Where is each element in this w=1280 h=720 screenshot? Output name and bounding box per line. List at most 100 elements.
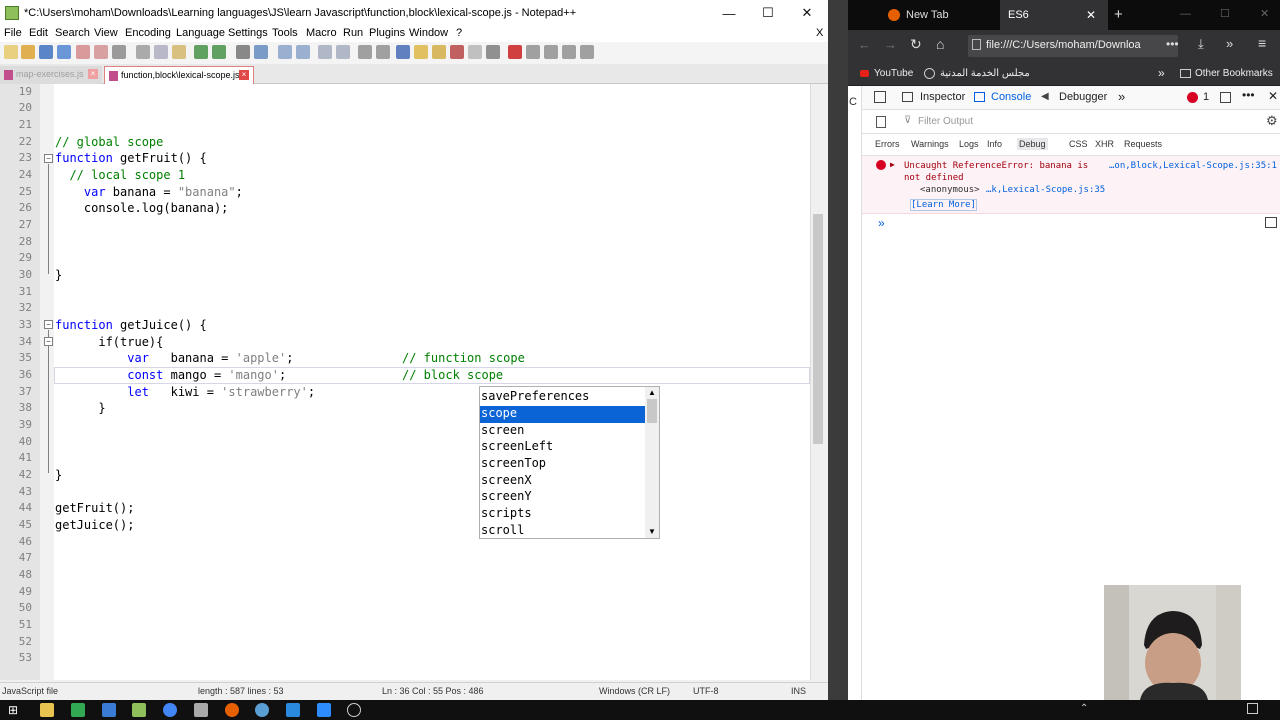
ac-item-selected[interactable]: scope xyxy=(480,406,646,423)
save-icon[interactable] xyxy=(39,45,53,59)
replace-icon[interactable] xyxy=(254,45,268,59)
word-wrap-icon[interactable] xyxy=(358,45,372,59)
close-all-icon[interactable] xyxy=(94,45,108,59)
more-tools-icon[interactable]: » xyxy=(1118,89,1125,104)
bookmark-other[interactable]: Other Bookmarks xyxy=(1195,68,1273,79)
close-tab-icon[interactable]: × xyxy=(239,70,249,80)
url-bar[interactable]: file:///C:/Users/moham/Downloa xyxy=(968,35,1178,57)
menu-plugins[interactable]: Plugins xyxy=(369,27,405,39)
tab-debugger[interactable]: Debugger xyxy=(1059,91,1107,103)
menu-search[interactable]: Search xyxy=(55,27,90,39)
cat-requests[interactable]: Requests xyxy=(1124,139,1162,149)
learn-more-link[interactable]: [Learn More] xyxy=(910,199,978,211)
ac-item[interactable]: scroll xyxy=(480,523,646,540)
cat-xhr[interactable]: XHR xyxy=(1095,139,1114,149)
start-windows-icon[interactable]: ⊞ xyxy=(8,703,18,717)
ac-item[interactable]: screenY xyxy=(480,489,646,506)
record-macro-icon[interactable] xyxy=(508,45,522,59)
minimize-button[interactable]: — xyxy=(710,0,748,26)
new-file-icon[interactable] xyxy=(4,45,18,59)
run-macro-multiple-icon[interactable] xyxy=(562,45,576,59)
ac-item[interactable]: screenLeft xyxy=(480,439,646,456)
tab-inspector[interactable]: Inspector xyxy=(920,91,965,103)
split-console-icon[interactable] xyxy=(1265,217,1277,228)
scroll-up-icon[interactable]: ▲ xyxy=(648,388,656,397)
close-icon[interactable]: ✕ xyxy=(1260,7,1269,20)
settings-gear-icon[interactable]: ⚙ xyxy=(1266,113,1278,129)
close-icon[interactable] xyxy=(76,45,90,59)
minimize-icon[interactable]: — xyxy=(1180,8,1191,20)
bookmark-arabic[interactable]: مجلس الخدمة المدنية xyxy=(940,68,1030,79)
doc-map-icon[interactable] xyxy=(432,45,446,59)
ac-item[interactable]: screen xyxy=(480,423,646,440)
app-icon[interactable] xyxy=(347,703,361,717)
app-icon[interactable] xyxy=(102,703,116,717)
code-editor[interactable]: 19 20 21 22 23 24 25 26 27 28 29 30 31 3… xyxy=(0,84,810,680)
find-icon[interactable] xyxy=(236,45,250,59)
menu-tools[interactable]: Tools xyxy=(272,27,298,39)
app-icon[interactable] xyxy=(255,703,269,717)
expand-arrow-icon[interactable]: ▶ xyxy=(890,160,895,169)
menu-encoding[interactable]: Encoding xyxy=(125,27,171,39)
tab-console[interactable]: Console xyxy=(991,91,1031,103)
cat-info[interactable]: Info xyxy=(987,139,1002,149)
close-tab-icon[interactable]: × xyxy=(88,69,98,79)
ac-item[interactable]: screenTop xyxy=(480,456,646,473)
open-file-icon[interactable] xyxy=(21,45,35,59)
cat-logs[interactable]: Logs xyxy=(959,139,979,149)
stop-macro-icon[interactable] xyxy=(526,45,540,59)
reload-icon[interactable]: ↻ xyxy=(910,36,922,53)
console-error-message[interactable]: ▶ Uncaught ReferenceError: banana is …on… xyxy=(862,156,1280,214)
copy-icon[interactable] xyxy=(154,45,168,59)
function-list-icon[interactable] xyxy=(450,45,464,59)
scrollbar-thumb[interactable] xyxy=(813,214,823,444)
error-source-link[interactable]: …on,Block,Lexical-Scope.js:35:1 xyxy=(1109,161,1277,171)
play-macro-icon[interactable] xyxy=(544,45,558,59)
sync-v-icon[interactable] xyxy=(318,45,332,59)
menu-settings[interactable]: Settings xyxy=(228,27,268,39)
menu-file[interactable]: File xyxy=(4,27,22,39)
show-all-chars-icon[interactable] xyxy=(376,45,390,59)
cat-debug[interactable]: Debug xyxy=(1017,138,1048,150)
cut-icon[interactable] xyxy=(136,45,150,59)
close-window-button[interactable]: ✕ xyxy=(788,0,826,26)
close-tab-icon[interactable]: ✕ xyxy=(1086,8,1096,22)
bookmark-youtube[interactable]: YouTube xyxy=(874,68,913,79)
udl-icon[interactable] xyxy=(414,45,428,59)
bookmarks-overflow-icon[interactable]: » xyxy=(1158,66,1165,80)
menu-macro[interactable]: Macro xyxy=(306,27,337,39)
back-icon[interactable]: ← xyxy=(858,37,871,52)
console-prompt[interactable]: » xyxy=(878,216,885,230)
scroll-down-icon[interactable]: ▼ xyxy=(648,527,656,536)
cat-warnings[interactable]: Warnings xyxy=(911,139,949,149)
menu-run[interactable]: Run xyxy=(343,27,363,39)
editor-scrollbar[interactable] xyxy=(810,84,825,680)
redo-icon[interactable] xyxy=(212,45,226,59)
dock-icon[interactable] xyxy=(1220,92,1231,103)
maximize-icon[interactable]: ☐ xyxy=(1220,7,1230,20)
fold-toggle-icon[interactable]: − xyxy=(44,320,53,329)
cat-css[interactable]: CSS xyxy=(1069,139,1088,149)
menu-edit[interactable]: Edit xyxy=(29,27,48,39)
menu-view[interactable]: View xyxy=(94,27,118,39)
tab-map-exercises[interactable]: map-exercises.js × xyxy=(0,66,102,84)
forward-icon[interactable]: → xyxy=(884,37,897,52)
app-icon[interactable] xyxy=(194,703,208,717)
autocomplete-popup[interactable]: savePreferences scope screen screenLeft … xyxy=(479,386,660,539)
vscode-icon[interactable] xyxy=(286,703,300,717)
menu-window[interactable]: Window xyxy=(409,27,448,39)
notepadpp-taskbar-icon[interactable] xyxy=(132,703,146,717)
save-macro-icon[interactable] xyxy=(580,45,594,59)
ac-item[interactable]: scripts xyxy=(480,506,646,523)
close-devtools-icon[interactable]: ✕ xyxy=(1268,89,1278,103)
firefox-taskbar-icon[interactable] xyxy=(225,703,239,717)
downloads-icon[interactable]: ⤓ xyxy=(1198,36,1204,52)
ac-item[interactable]: savePreferences xyxy=(480,389,646,406)
element-picker-icon[interactable] xyxy=(874,91,886,103)
stack-frame-source[interactable]: …k,Lexical-Scope.js:35 xyxy=(986,185,1105,195)
tab-lexical-scope[interactable]: function,block\lexical-scope.js × xyxy=(104,66,254,84)
cat-errors[interactable]: Errors xyxy=(875,139,900,149)
fold-toggle-icon[interactable]: − xyxy=(44,154,53,163)
scrollbar-thumb[interactable] xyxy=(647,399,657,423)
new-tab-icon[interactable]: + xyxy=(1114,6,1123,23)
